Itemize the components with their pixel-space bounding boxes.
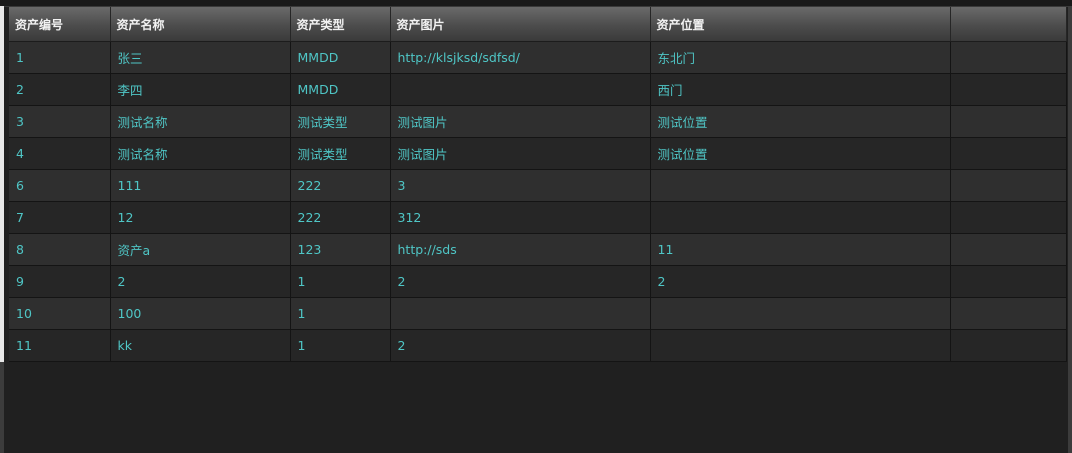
cell-asset-name[interactable]: 测试名称: [110, 105, 291, 138]
cell-asset-type[interactable]: MMDD: [290, 73, 391, 106]
panel-top-border: [0, 0, 1072, 7]
column-header-asset-id[interactable]: 资产编号: [9, 7, 111, 42]
table-row[interactable]: 8 资产a 123 http://sds 11: [9, 233, 1067, 266]
cell-asset-type[interactable]: 1: [290, 297, 391, 330]
cell-asset-id[interactable]: 3: [9, 105, 111, 138]
cell-asset-location[interactable]: 2: [650, 265, 951, 298]
table-row[interactable]: 1 张三 MMDD http://klsjksd/sdfsd/东北门: [9, 41, 1067, 74]
table-row[interactable]: 7 12 222 312: [9, 201, 1067, 234]
cell-filler: [950, 73, 1067, 106]
cell-filler: [950, 297, 1067, 330]
cell-asset-location[interactable]: 西门: [650, 73, 951, 106]
cell-asset-id[interactable]: 7: [9, 201, 111, 234]
cell-asset-image[interactable]: [390, 73, 651, 106]
table-row[interactable]: 6 111 222 3: [9, 169, 1067, 202]
cell-asset-id[interactable]: 4: [9, 137, 111, 170]
cell-asset-image[interactable]: 2: [390, 265, 651, 298]
table-row[interactable]: 3 测试名称 测试类型 测试图片 测试位置: [9, 105, 1067, 138]
cell-asset-name[interactable]: 111: [110, 169, 291, 202]
row-selector-strip: [0, 6, 4, 362]
cell-asset-image[interactable]: 2: [390, 329, 651, 362]
cell-filler: [950, 201, 1067, 234]
cell-asset-type[interactable]: 1: [290, 265, 391, 298]
cell-asset-name[interactable]: 12: [110, 201, 291, 234]
cell-filler: [950, 137, 1067, 170]
table-body: 1 张三 MMDD http://klsjksd/sdfsd/东北门 2 李四 MMDD 西门…: [9, 41, 1067, 362]
left-edge: [0, 6, 4, 453]
column-header-asset-name[interactable]: 资产名称: [110, 7, 291, 42]
cell-asset-location[interactable]: 11: [650, 233, 951, 266]
cell-asset-type[interactable]: 1: [290, 329, 391, 362]
cell-asset-type[interactable]: 123: [290, 233, 391, 266]
cell-asset-name[interactable]: 张三: [110, 41, 291, 74]
cell-filler: [950, 169, 1067, 202]
cell-asset-image[interactable]: http://sds: [390, 233, 651, 266]
cell-asset-name[interactable]: kk: [110, 329, 291, 362]
cell-asset-location[interactable]: 测试位置: [650, 137, 951, 170]
cell-asset-id[interactable]: 6: [9, 169, 111, 202]
cell-asset-type[interactable]: 222: [290, 169, 391, 202]
cell-asset-id[interactable]: 1: [9, 41, 111, 74]
cell-asset-id[interactable]: 8: [9, 233, 111, 266]
header-row: 资产编号 资产名称 资产类型 资产图片 资产位置: [9, 7, 1067, 42]
cell-asset-id[interactable]: 9: [9, 265, 111, 298]
cell-asset-image[interactable]: [390, 297, 651, 330]
cell-asset-location[interactable]: [650, 329, 951, 362]
cell-asset-name[interactable]: 资产a: [110, 233, 291, 266]
cell-asset-location[interactable]: [650, 169, 951, 202]
cell-asset-location[interactable]: [650, 297, 951, 330]
cell-filler: [950, 233, 1067, 266]
cell-asset-type[interactable]: MMDD: [290, 41, 391, 74]
cell-asset-image[interactable]: 测试图片: [390, 105, 651, 138]
cell-asset-id[interactable]: 11: [9, 329, 111, 362]
table-row[interactable]: 11 kk 1 2: [9, 329, 1067, 362]
cell-asset-location[interactable]: 东北门: [650, 41, 951, 74]
cell-asset-image[interactable]: 测试图片: [390, 137, 651, 170]
cell-asset-image[interactable]: http://klsjksd/sdfsd/: [390, 41, 651, 74]
cell-asset-type[interactable]: 222: [290, 201, 391, 234]
table-row[interactable]: 10 100 1: [9, 297, 1067, 330]
column-header-asset-location[interactable]: 资产位置: [650, 7, 951, 42]
cell-filler: [950, 329, 1067, 362]
cell-asset-type[interactable]: 测试类型: [290, 105, 391, 138]
right-edge: [1068, 6, 1072, 453]
table-row[interactable]: 92122: [9, 265, 1067, 298]
column-header-asset-image[interactable]: 资产图片: [390, 7, 651, 42]
cell-asset-name[interactable]: 李四: [110, 73, 291, 106]
asset-table: 资产编号 资产名称 资产类型 资产图片 资产位置 1 张三 MMDD http://k…: [9, 7, 1067, 362]
table-row[interactable]: 2 李四 MMDD 西门: [9, 73, 1067, 106]
cell-asset-id[interactable]: 2: [9, 73, 111, 106]
cell-filler: [950, 265, 1067, 298]
cell-asset-name[interactable]: 2: [110, 265, 291, 298]
cell-filler: [950, 105, 1067, 138]
cell-asset-name[interactable]: 100: [110, 297, 291, 330]
cell-asset-location[interactable]: 测试位置: [650, 105, 951, 138]
cell-asset-type[interactable]: 测试类型: [290, 137, 391, 170]
column-header-asset-type[interactable]: 资产类型: [290, 7, 391, 42]
cell-asset-image[interactable]: 312: [390, 201, 651, 234]
cell-asset-name[interactable]: 测试名称: [110, 137, 291, 170]
column-header-filler: [950, 7, 1067, 42]
table-row[interactable]: 4 测试名称 测试类型 测试图片 测试位置: [9, 137, 1067, 170]
cell-asset-location[interactable]: [650, 201, 951, 234]
cell-filler: [950, 41, 1067, 74]
cell-asset-id[interactable]: 10: [9, 297, 111, 330]
cell-asset-image[interactable]: 3: [390, 169, 651, 202]
grid-panel: 资产编号 资产名称 资产类型 资产图片 资产位置 1 张三 MMDD http://k…: [0, 0, 1072, 453]
